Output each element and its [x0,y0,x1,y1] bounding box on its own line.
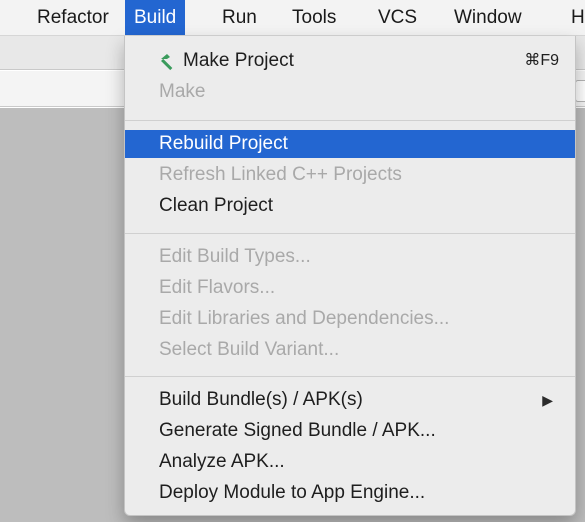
menu-bar: Refactor Build Run Tools VCS Window H [0,0,585,36]
ide-toolbar-field[interactable] [575,80,585,102]
menu-item-select-build-variant: Select Build Variant... [125,336,575,364]
menu-item-make: Make [125,78,575,106]
menu-item-label: Make [159,81,206,102]
menu-item-label: Select Build Variant... [159,339,340,360]
menu-item-generate-signed-bundle-apk[interactable]: Generate Signed Bundle / APK... [125,417,575,445]
menu-item-label: Refresh Linked C++ Projects [159,164,402,185]
menu-item-build-bundles-apks[interactable]: Build Bundle(s) / APK(s) ▶ [125,386,575,414]
menu-item-refresh-linked-cpp-projects: Refresh Linked C++ Projects [125,161,575,189]
screen: ir Refactor Build Run Tools VCS Window H… [0,0,585,522]
menu-item-make-project[interactable]: Make Project ⌘F9 [125,47,575,75]
menubar-item-refactor[interactable]: Refactor [28,0,118,35]
menu-item-label: Deploy Module to App Engine... [159,482,426,503]
menu-item-analyze-apk[interactable]: Analyze APK... [125,448,575,476]
menu-item-label: Edit Libraries and Dependencies... [159,308,450,329]
menu-item-deploy-module-to-app-engine[interactable]: Deploy Module to App Engine... [125,479,575,507]
menu-item-clean-project[interactable]: Clean Project [125,192,575,220]
menu-item-edit-build-types: Edit Build Types... [125,243,575,271]
shortcut-label: ⌘F9 [524,52,559,69]
menu-separator [125,376,575,377]
menu-item-label: Edit Build Types... [159,246,311,267]
menu-item-edit-flavors: Edit Flavors... [125,274,575,302]
menu-item-label: Edit Flavors... [159,277,276,298]
menubar-item-vcs[interactable]: VCS [369,0,426,35]
menu-item-label: Rebuild Project [159,133,288,154]
menu-separator [125,120,575,121]
menu-item-label: Analyze APK... [159,451,285,472]
menubar-item-tools[interactable]: Tools [283,0,345,35]
menu-item-label: Clean Project [159,195,274,216]
menu-item-rebuild-project[interactable]: Rebuild Project [125,130,575,158]
menu-separator [125,233,575,234]
menubar-item-build[interactable]: Build [125,0,186,35]
menu-item-edit-libraries-and-dependencies: Edit Libraries and Dependencies... [125,305,575,333]
menubar-item-run[interactable]: Run [213,0,266,35]
menu-item-label: Generate Signed Bundle / APK... [159,420,436,441]
menu-item-label: Build Bundle(s) / APK(s) [159,389,363,410]
build-menu-dropdown: Make Project ⌘F9 Make Rebuild Project Re… [124,36,576,516]
menubar-item-help[interactable]: H [562,0,585,35]
menu-item-label: Make Project [183,50,294,71]
menubar-item-window[interactable]: Window [445,0,531,35]
submenu-arrow-icon: ▶ [542,392,553,408]
hammer-icon [161,54,173,71]
